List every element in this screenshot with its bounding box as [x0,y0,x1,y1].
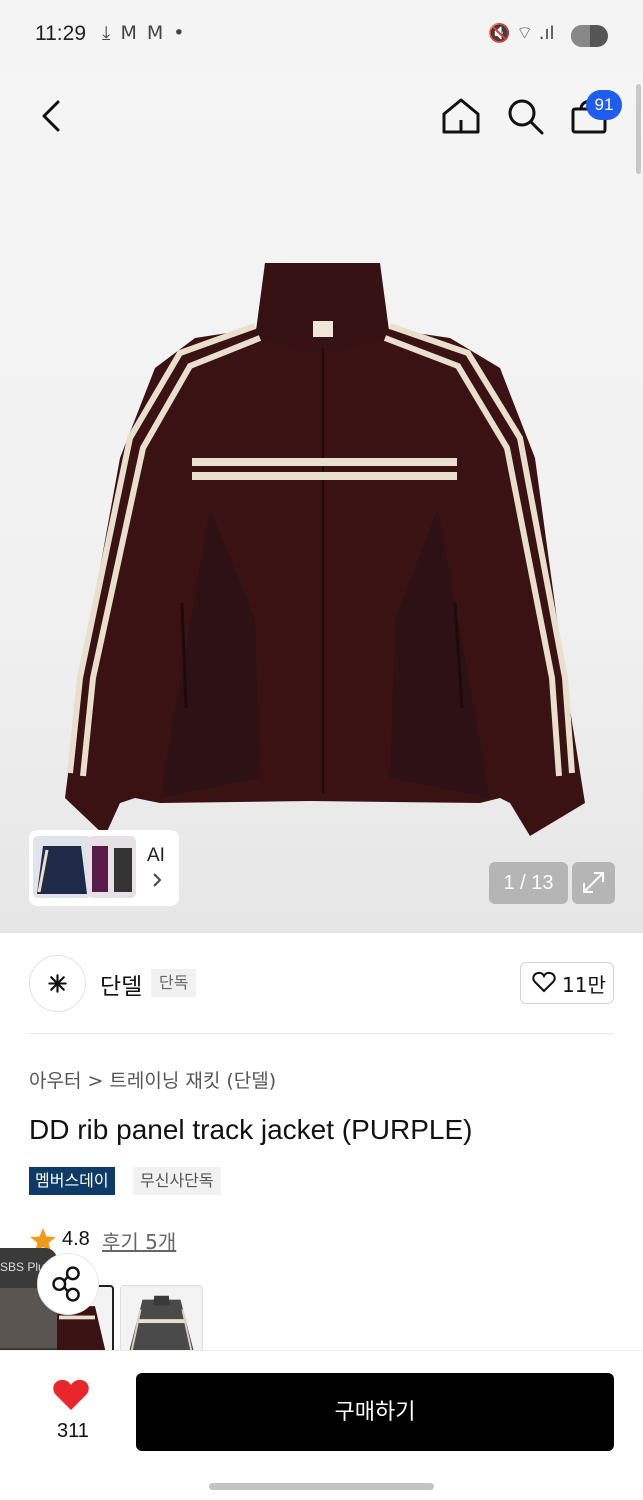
brand-like-count: 11만 [562,973,606,997]
ai-thumbnail-2 [88,836,136,898]
cart-count-badge: 91 [586,90,622,120]
home-indicator[interactable] [209,1483,434,1490]
buy-button[interactable]: 구매하기 [136,1373,614,1451]
ai-label: AI [147,845,165,866]
chevron-right-icon [153,873,162,887]
image-page-counter: 1 / 13 [489,862,568,904]
home-icon[interactable] [438,92,484,140]
brand-name[interactable]: 단델 [100,967,142,1001]
breadcrumb-separator: > [87,1070,104,1092]
status-time: 11:29 [35,22,86,45]
divider [29,1033,614,1034]
scrollbar [636,84,641,174]
breadcrumb: 아우터 > 트레이닝 재킷 (단델) [29,1066,282,1093]
heart-outline-icon [532,971,556,993]
signal-icons: 🔇 ⌔ .ıl [488,23,555,44]
wishlist-count: 311 [57,1420,89,1442]
musinsa-exclusive-badge: 무신사단독 [133,1167,221,1195]
expand-icon[interactable] [572,862,615,904]
product-image[interactable] [60,258,590,838]
product-title: DD rib panel track jacket (PURPLE) [29,1114,473,1145]
review-count-link[interactable]: 후기 5개 [102,1226,176,1255]
breadcrumb-category[interactable]: 아우터 [29,1070,81,1092]
breadcrumb-subcategory[interactable]: 트레이닝 재킷 (단델) [109,1070,276,1092]
search-icon[interactable] [502,92,548,140]
brand-logo[interactable] [29,955,86,1012]
ai-thumbnail-1 [33,836,91,898]
share-icon[interactable] [37,1253,99,1315]
back-chevron-icon[interactable] [30,92,74,140]
battery-icon [571,25,608,47]
member-day-badge: 멤버스데이 [29,1167,115,1195]
rating-value: 4.8 [62,1228,90,1250]
heart-filled-icon[interactable] [52,1378,90,1412]
exclusive-tag: 단독 [151,969,197,997]
notification-icons: ⤓ M M • [102,22,187,44]
